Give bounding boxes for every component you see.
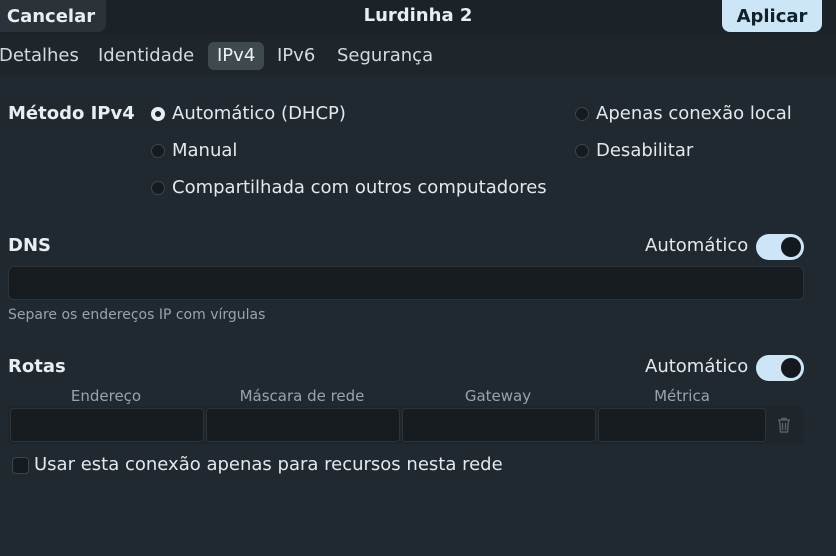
tab-ipv4[interactable]: IPv4 bbox=[208, 42, 265, 70]
trash-icon[interactable] bbox=[774, 415, 794, 435]
ipv4-method-label: Método IPv4 bbox=[8, 103, 135, 124]
routes-auto-label: Automático bbox=[645, 356, 749, 377]
radio-link-local[interactable] bbox=[575, 107, 589, 121]
dns-label: DNS bbox=[8, 235, 51, 256]
col-netmask: Máscara de rede bbox=[239, 387, 365, 405]
toggle-knob bbox=[781, 358, 801, 378]
tab-details[interactable]: Detalhes bbox=[0, 42, 79, 70]
toggle-knob bbox=[781, 237, 801, 257]
dns-hint: Separe os endereços IP com vírgulas bbox=[8, 307, 266, 323]
route-netmask-input[interactable] bbox=[206, 408, 400, 442]
col-metric: Métrica bbox=[654, 387, 710, 405]
col-address: Endereço bbox=[70, 387, 142, 405]
tab-ipv6[interactable]: IPv6 bbox=[277, 42, 315, 70]
radio-disable[interactable] bbox=[575, 144, 589, 158]
radio-automatic-dhcp-label[interactable]: Automático (DHCP) bbox=[172, 103, 346, 124]
route-metric-input[interactable] bbox=[598, 408, 766, 442]
route-address-input[interactable] bbox=[10, 408, 204, 442]
dns-input[interactable] bbox=[8, 266, 804, 300]
dns-auto-label: Automático bbox=[645, 235, 749, 256]
routes-label: Rotas bbox=[8, 356, 66, 377]
route-gateway-input[interactable] bbox=[402, 408, 596, 442]
only-local-checkbox[interactable] bbox=[12, 457, 29, 474]
radio-shared[interactable] bbox=[151, 181, 165, 195]
radio-manual[interactable] bbox=[151, 144, 165, 158]
routes-auto-toggle[interactable] bbox=[756, 355, 804, 381]
tab-bar: Detalhes Identidade IPv4 IPv6 Segurança bbox=[0, 37, 836, 76]
only-local-label[interactable]: Usar esta conexão apenas para recursos n… bbox=[34, 454, 503, 475]
tab-identity[interactable]: Identidade bbox=[98, 42, 194, 70]
dns-auto-toggle[interactable] bbox=[756, 234, 804, 260]
radio-link-local-label[interactable]: Apenas conexão local bbox=[596, 103, 792, 124]
radio-manual-label[interactable]: Manual bbox=[172, 140, 237, 161]
col-gateway: Gateway bbox=[464, 387, 532, 405]
header-bar: Cancelar Lurdinha 2 Aplicar bbox=[0, 0, 836, 37]
apply-button[interactable]: Aplicar bbox=[722, 0, 822, 32]
tab-security[interactable]: Segurança bbox=[337, 42, 433, 70]
radio-disable-label[interactable]: Desabilitar bbox=[596, 140, 693, 161]
dialog-title: Lurdinha 2 bbox=[363, 5, 473, 26]
route-row bbox=[8, 406, 804, 444]
radio-shared-label[interactable]: Compartilhada com outros computadores bbox=[172, 177, 547, 198]
radio-automatic-dhcp[interactable] bbox=[151, 107, 165, 121]
